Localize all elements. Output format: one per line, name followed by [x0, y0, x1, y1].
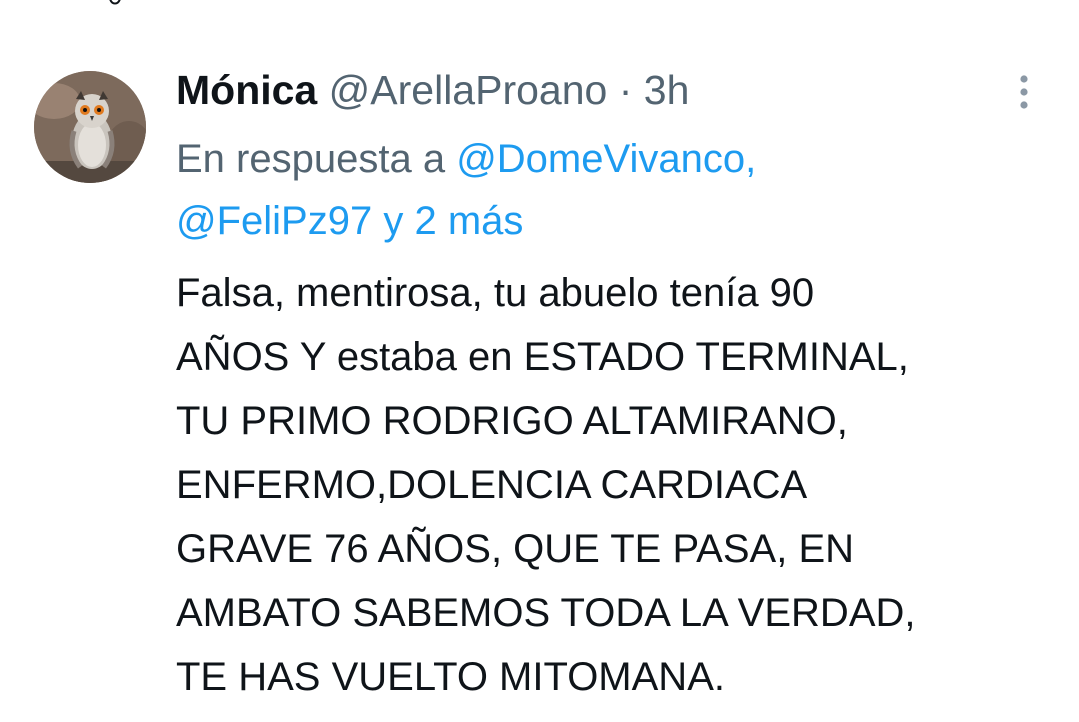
timestamp[interactable]: 3h: [644, 67, 690, 113]
previous-tweet-fragment: [108, 0, 122, 5]
tweet-text-line: GRAVE 76 AÑOS, QUE TE PASA, EN: [176, 527, 855, 571]
reply-more-link[interactable]: 2 más: [414, 199, 523, 243]
avatar[interactable]: [34, 71, 146, 183]
more-options-button[interactable]: [1004, 70, 1044, 114]
owl-avatar-image: [34, 71, 146, 183]
tweet-text-line: TU PRIMO RODRIGO ALTAMIRANO,: [176, 399, 848, 443]
tweet-text-line: Falsa, mentirosa, tu abuelo tenía 90: [176, 271, 815, 315]
tweet-header: Mónica @ArellaProano · 3h: [176, 64, 689, 116]
tweet-text-line: ENFERMO,DOLENCIA CARDIACA: [176, 463, 808, 507]
author-name[interactable]: Mónica: [176, 67, 317, 113]
reply-prefix: En respuesta a: [176, 137, 457, 181]
reply-line-2: @FeliPz97 y 2 más: [176, 190, 1056, 252]
tweet-text: Falsa, mentirosa, tu abuelo tenía 90 AÑO…: [176, 261, 1056, 709]
mention-felipz97[interactable]: @FeliPz97: [176, 199, 372, 243]
reply-context: En respuesta a @DomeVivanco, @FeliPz97 y…: [176, 128, 1056, 252]
mention-domevivanco[interactable]: @DomeVivanco,: [456, 137, 756, 181]
more-vertical-icon: [1020, 75, 1028, 109]
header-separator: ·: [618, 67, 644, 113]
tweet-text-line: TE HAS VUELTO MITOMANA.: [176, 655, 725, 699]
tweet-text-line: AÑOS Y estaba en ESTADO TERMINAL,: [176, 335, 909, 379]
author-handle[interactable]: @ArellaProano: [329, 67, 608, 113]
tweet-text-line: AMBATO SABEMOS TODA LA VERDAD,: [176, 591, 916, 635]
reply-connector: y: [372, 199, 415, 243]
reply-line-1: En respuesta a @DomeVivanco,: [176, 128, 1056, 190]
